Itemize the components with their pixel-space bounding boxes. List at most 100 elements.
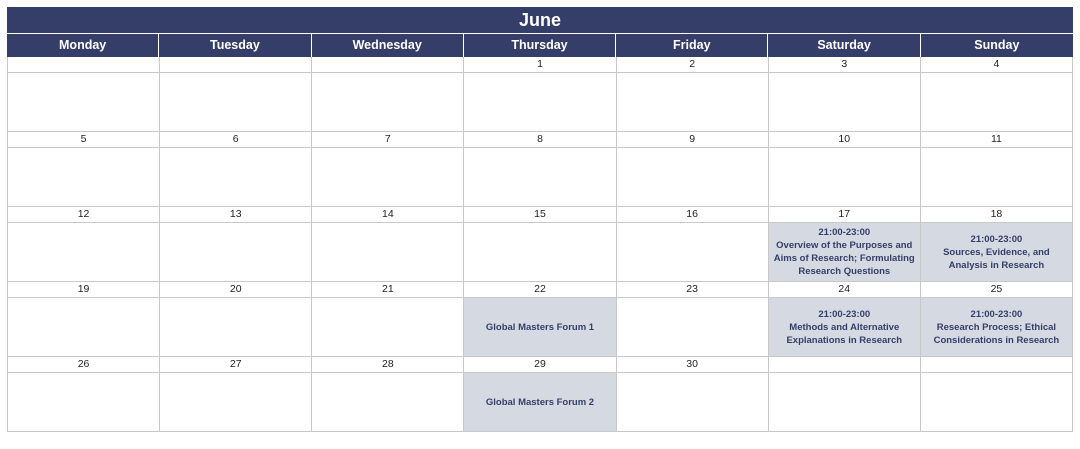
day-cell[interactable]: 6 (160, 132, 313, 207)
weekday-wednesday: Wednesday (311, 34, 464, 57)
day-cell[interactable]: 21 (312, 282, 465, 357)
event-time: 21:00-23:00 (970, 308, 1023, 320)
calendar-event[interactable]: 21:00-23:00 Research Process; Ethical Con… (924, 308, 1069, 347)
calendar: June Monday Tuesday Wednesday Thursday F… (7, 7, 1073, 432)
day-body (769, 148, 920, 206)
event-title: Research Process; Ethical Considerations… (933, 321, 1060, 346)
event-time: 21:00-23:00 (970, 233, 1023, 245)
day-body (160, 223, 311, 281)
day-body (8, 73, 159, 131)
day-cell[interactable]: 26 (8, 357, 161, 432)
day-number: 3 (768, 57, 920, 73)
day-cell[interactable] (920, 357, 1073, 432)
day-cell[interactable] (312, 57, 465, 132)
day-cell[interactable] (8, 57, 161, 132)
day-number: 21 (312, 282, 464, 298)
day-number: 10 (768, 132, 920, 148)
day-number: 23 (616, 282, 768, 298)
day-body (312, 73, 463, 131)
day-body (312, 223, 463, 281)
day-cell[interactable]: 10 (768, 132, 921, 207)
weekday-friday: Friday (616, 34, 769, 57)
event-time: 21:00-23:00 (818, 227, 871, 238)
day-number (8, 57, 160, 73)
day-cell[interactable]: 25 21:00-23:00 Research Process; Ethical C… (920, 282, 1073, 357)
day-number: 16 (616, 207, 768, 223)
day-body (160, 73, 311, 131)
calendar-event[interactable]: 21:00-23:00 Overview of the Purposes and … (772, 226, 917, 278)
day-cell[interactable]: 8 (464, 132, 617, 207)
day-cell[interactable] (160, 57, 313, 132)
day-cell[interactable]: 14 (312, 207, 465, 282)
day-number: 5 (8, 132, 160, 148)
day-cell[interactable]: 18 21:00-23:00 Sources, Evidence, and Anal… (920, 207, 1073, 282)
weekday-sunday: Sunday (920, 34, 1073, 57)
day-cell[interactable]: 15 (464, 207, 617, 282)
event-time: 21:00-23:00 (818, 308, 871, 320)
day-number: 27 (160, 357, 312, 373)
day-number: 30 (616, 357, 768, 373)
day-cell[interactable]: 1 (464, 57, 617, 132)
day-cell[interactable]: 17 21:00-23:00 Overview of the Purposes an… (768, 207, 921, 282)
day-body (617, 298, 768, 356)
calendar-event[interactable]: 21:00-23:00 Methods and Alternative Expla… (772, 308, 917, 347)
day-number: 18 (920, 207, 1072, 223)
day-cell[interactable]: 28 (312, 357, 465, 432)
day-cell[interactable]: 30 (616, 357, 769, 432)
day-number: 17 (768, 207, 920, 223)
day-cell[interactable]: 19 (8, 282, 161, 357)
day-cell[interactable]: 9 (616, 132, 769, 207)
day-cell[interactable]: 12 (8, 207, 161, 282)
day-cell[interactable]: 3 (768, 57, 921, 132)
day-cell[interactable]: 13 (160, 207, 313, 282)
day-number (920, 357, 1072, 373)
day-number: 29 (464, 357, 616, 373)
day-cell[interactable]: 2 (616, 57, 769, 132)
day-body: 21:00-23:00 Sources, Evidence, and Analys… (920, 223, 1072, 281)
day-number: 12 (8, 207, 160, 223)
day-body (617, 373, 768, 431)
day-cell[interactable]: 7 (312, 132, 465, 207)
day-number: 14 (312, 207, 464, 223)
day-cell[interactable]: 29 Global Masters Forum 2 (464, 357, 617, 432)
day-body (617, 73, 768, 131)
day-body: Global Masters Forum 2 (464, 373, 616, 431)
day-body (921, 73, 1072, 131)
day-cell[interactable]: 27 (160, 357, 313, 432)
calendar-event[interactable]: 21:00-23:00 Sources, Evidence, and Analys… (924, 233, 1069, 272)
day-cell[interactable] (768, 357, 921, 432)
day-cell[interactable]: 11 (920, 132, 1073, 207)
day-number: 19 (8, 282, 160, 298)
day-cell[interactable]: 4 (920, 57, 1073, 132)
day-cell[interactable]: 20 (160, 282, 313, 357)
calendar-event[interactable]: Global Masters Forum 2 (486, 396, 594, 409)
day-number (312, 57, 464, 73)
day-body (8, 298, 159, 356)
day-body (312, 298, 463, 356)
day-cell[interactable]: 24 21:00-23:00 Methods and Alternative Exp… (768, 282, 921, 357)
day-cell[interactable]: 22 Global Masters Forum 1 (464, 282, 617, 357)
event-title: Sources, Evidence, and Analysis in Resea… (943, 246, 1050, 271)
day-number (160, 57, 312, 73)
day-number: 2 (616, 57, 768, 73)
day-number: 8 (464, 132, 616, 148)
day-cell[interactable]: 5 (8, 132, 161, 207)
event-title: Overview of the Purposes and Aims of Res… (773, 240, 915, 277)
weekday-header-row: Monday Tuesday Wednesday Thursday Friday… (7, 33, 1073, 57)
day-body (8, 148, 159, 206)
day-number: 11 (920, 132, 1072, 148)
event-title: Methods and Alternative Explanations in … (786, 321, 903, 346)
day-body: Global Masters Forum 1 (464, 298, 616, 356)
day-number (768, 357, 920, 373)
day-number: 28 (312, 357, 464, 373)
weekday-thursday: Thursday (463, 34, 617, 57)
day-body (464, 148, 615, 206)
day-number: 15 (464, 207, 616, 223)
day-number: 22 (464, 282, 616, 298)
weekday-monday: Monday (7, 34, 160, 57)
month-title: June (7, 7, 1073, 33)
day-body (769, 73, 920, 131)
day-cell[interactable]: 23 (616, 282, 769, 357)
calendar-event[interactable]: Global Masters Forum 1 (486, 321, 594, 334)
day-cell[interactable]: 16 (616, 207, 769, 282)
